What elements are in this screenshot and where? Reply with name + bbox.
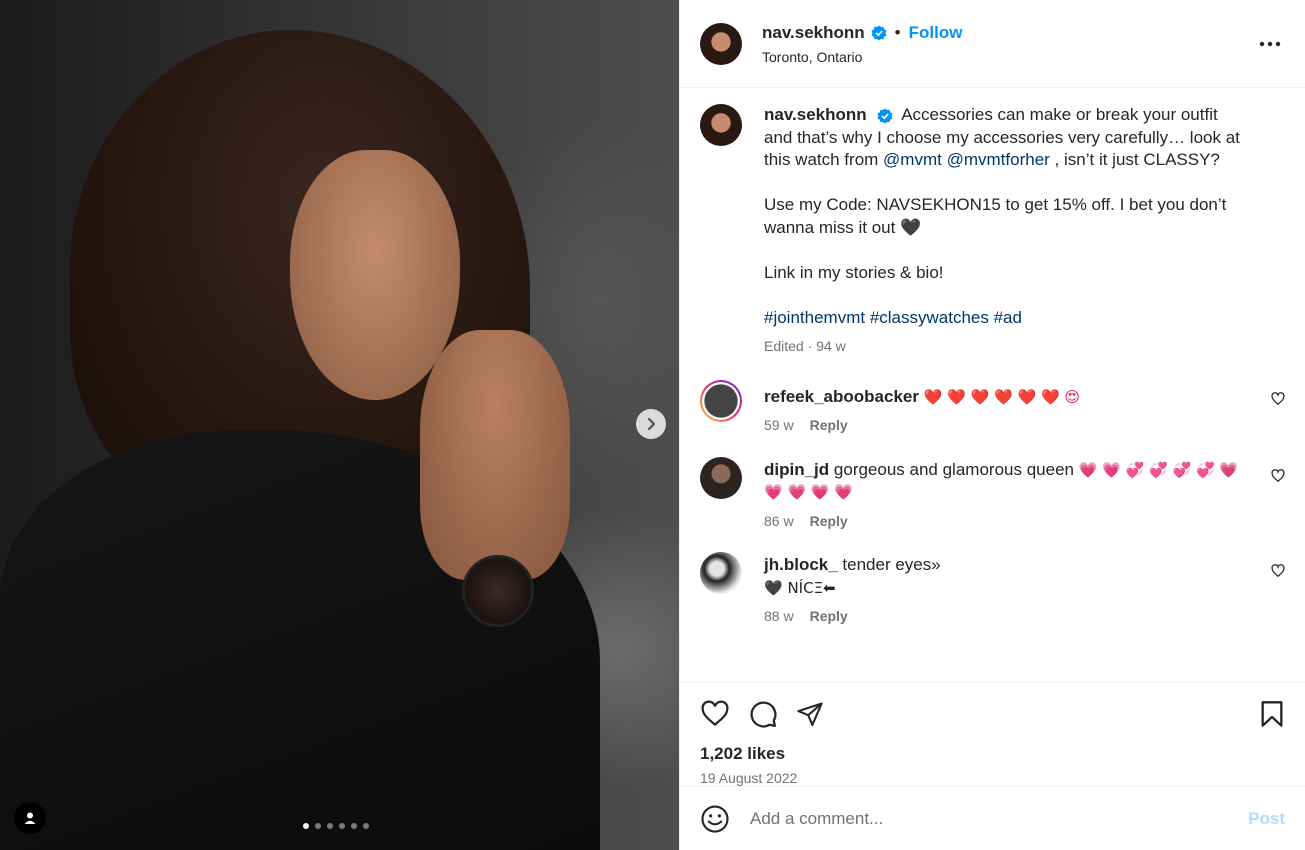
bookmark-icon — [1261, 700, 1283, 727]
reply-button[interactable]: Reply — [810, 605, 848, 628]
caption-body: nav.sekhonn Accessories can make or brea… — [764, 104, 1285, 358]
comment-body: dipin_jd gorgeous and glamorous queen 💗 … — [764, 457, 1285, 533]
caption-meta: Edited · 94 w — [764, 335, 1245, 358]
comment-age[interactable]: 59 w — [764, 414, 794, 437]
comment-item: refeek_aboobacker ❤️ ❤️ ❤️ ❤️ ❤️ ❤️ 😍 59… — [700, 380, 1285, 437]
reply-button[interactable]: Reply — [810, 414, 848, 437]
caption-text: Use my Code: NAVSEKHON15 to get 15% off.… — [764, 195, 1227, 237]
hashtags[interactable]: #jointhemvmt #classywatches #ad — [764, 307, 1245, 330]
carousel-dot — [315, 823, 321, 829]
heart-icon[interactable] — [1271, 564, 1285, 578]
caption-username[interactable]: nav.sekhonn — [764, 105, 867, 124]
heart-icon[interactable] — [1271, 468, 1285, 483]
edited-timestamp: Edited · 94 w — [764, 338, 846, 354]
commenter-avatar[interactable] — [700, 380, 742, 422]
carousel-dot — [351, 823, 357, 829]
heart-icon[interactable] — [1271, 391, 1285, 406]
carousel-indicator — [303, 823, 369, 829]
likes-count[interactable]: 1,202 likes — [680, 744, 1305, 764]
comment-age[interactable]: 88 w — [764, 605, 794, 628]
post-header: nav.sekhonn • Follow Toronto, Ontario — [680, 0, 1305, 88]
black-heart-emoji: 🖤 — [900, 217, 922, 238]
verified-badge-icon — [877, 108, 893, 124]
comment-input[interactable] — [750, 808, 1249, 829]
post-comment-button[interactable]: Post — [1248, 809, 1285, 829]
author-avatar[interactable] — [700, 104, 742, 146]
carousel-dot — [327, 823, 333, 829]
emoji-picker-button[interactable] — [700, 804, 730, 834]
comment-username[interactable]: dipin_jd — [764, 460, 829, 479]
comment-emoji: ❤️ ❤️ ❤️ ❤️ ❤️ ❤️ 😍 — [923, 387, 1081, 406]
post-date: 19 August 2022 — [700, 770, 798, 786]
photo-watch — [462, 555, 534, 627]
post-location[interactable]: Toronto, Ontario — [762, 49, 1255, 65]
photo-subject-hand — [420, 330, 570, 580]
commenter-avatar[interactable] — [700, 456, 742, 499]
carousel-dot — [363, 823, 369, 829]
heart-icon — [701, 700, 729, 726]
share-icon — [797, 701, 823, 726]
carousel-next-button[interactable] — [636, 409, 666, 439]
comment-text: tender eyes» — [842, 555, 941, 574]
more-icon — [1259, 41, 1281, 46]
action-bar — [680, 682, 1305, 744]
caption-text: Link in my stories & bio! — [764, 262, 944, 282]
author-info: nav.sekhonn • Follow Toronto, Ontario — [762, 23, 1255, 65]
verified-badge-icon — [871, 25, 887, 40]
comments-list[interactable]: nav.sekhonn Accessories can make or brea… — [680, 88, 1305, 682]
comment-text: gorgeous and glamorous queen — [833, 459, 1074, 479]
caption-text: , isn’t it just CLASSY? — [1054, 150, 1220, 169]
person-icon — [24, 812, 36, 824]
author-username[interactable]: nav.sekhonn — [762, 23, 865, 43]
comment-username[interactable]: jh.block_ — [764, 555, 838, 574]
author-avatar[interactable] — [700, 22, 742, 65]
mention-link[interactable]: @mvmtforher — [947, 150, 1050, 169]
comment-item: dipin_jd gorgeous and glamorous queen 💗 … — [700, 456, 1285, 533]
reply-button[interactable]: Reply — [810, 510, 848, 533]
comment-text: 🖤 NÍCΞ⬅ — [764, 578, 836, 597]
share-button[interactable] — [796, 700, 824, 728]
comment-age[interactable]: 86 w — [764, 510, 794, 533]
commenter-avatar[interactable] — [700, 552, 742, 594]
caption: nav.sekhonn Accessories can make or brea… — [700, 104, 1285, 358]
post-media[interactable] — [0, 0, 679, 850]
chevron-right-icon — [647, 417, 656, 431]
comment-username[interactable]: refeek_aboobacker — [764, 387, 919, 406]
save-button[interactable] — [1259, 700, 1285, 728]
comment-body: refeek_aboobacker ❤️ ❤️ ❤️ ❤️ ❤️ ❤️ 😍 59… — [764, 380, 1285, 437]
smiley-icon — [701, 804, 729, 833]
tagged-users-button[interactable] — [14, 802, 46, 834]
post-modal: nav.sekhonn • Follow Toronto, Ontario na… — [0, 0, 1305, 850]
comment-item: jh.block_ tender eyes» 🖤 NÍCΞ⬅ 88 w Repl… — [700, 552, 1285, 628]
carousel-dot — [303, 823, 309, 829]
comment-composer: Post — [680, 786, 1305, 850]
comment-body: jh.block_ tender eyes» 🖤 NÍCΞ⬅ 88 w Repl… — [764, 552, 1285, 628]
more-options-button[interactable] — [1255, 29, 1285, 59]
separator-dot: • — [894, 22, 901, 42]
comment-button[interactable] — [748, 699, 778, 729]
post-sidebar: nav.sekhonn • Follow Toronto, Ontario na… — [679, 0, 1305, 850]
like-button[interactable] — [700, 699, 730, 729]
mention-link[interactable]: @mvmt — [883, 150, 942, 169]
follow-button[interactable]: Follow — [909, 23, 963, 43]
carousel-dot — [339, 823, 345, 829]
comment-icon — [750, 701, 777, 727]
